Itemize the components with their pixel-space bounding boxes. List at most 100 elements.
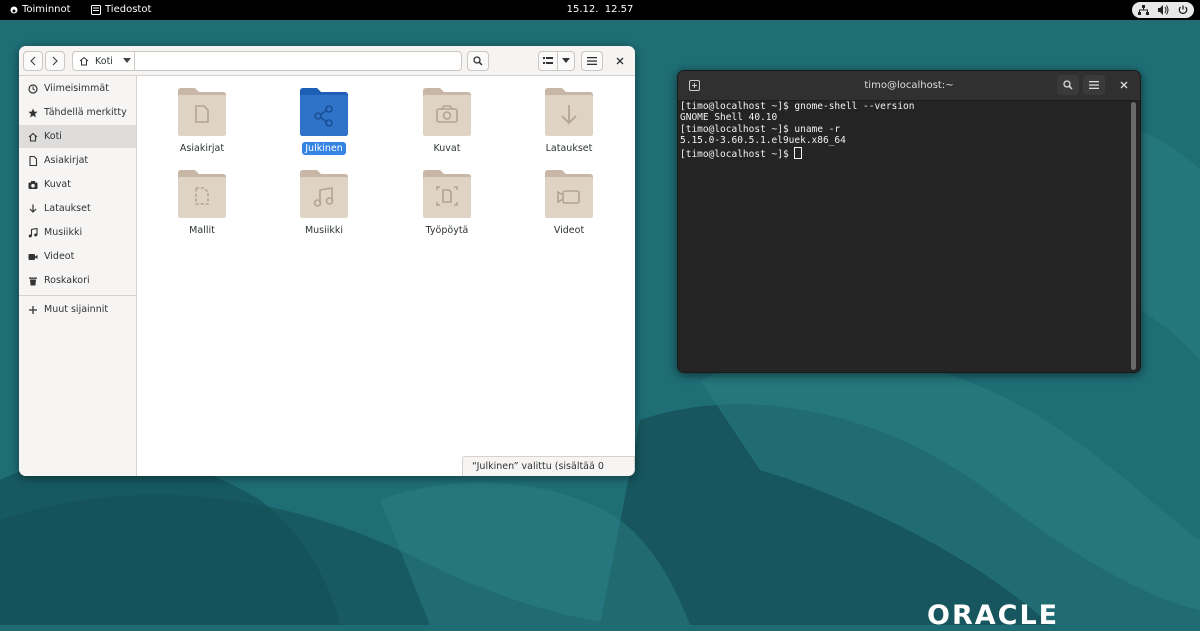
app-menu-button[interactable]: Tiedostot xyxy=(91,0,151,20)
terminal-search-button[interactable] xyxy=(1057,75,1079,95)
sidebar-item-videos[interactable]: Videot xyxy=(19,245,136,268)
music-icon xyxy=(28,227,38,237)
search-icon xyxy=(1063,80,1073,90)
camera-folder-icon xyxy=(423,88,471,136)
terminal-scrollbar[interactable] xyxy=(1131,102,1136,370)
sidebar-item-label: Asiakirjat xyxy=(44,155,89,166)
sidebar-item-home[interactable]: Koti xyxy=(19,125,136,148)
oracle-logo: ORACLE xyxy=(927,600,1060,631)
forward-button[interactable] xyxy=(45,51,65,71)
terminal-line: 5.15.0-3.60.5.1.el9uek.x86_64 xyxy=(680,135,846,147)
sidebar-divider xyxy=(19,295,136,296)
sidebar: Viimeisimmät Tähdellä merkitty Koti Asia… xyxy=(19,76,137,476)
network-icon xyxy=(1138,5,1149,15)
path-location: Koti xyxy=(95,55,113,67)
sidebar-item-documents[interactable]: Asiakirjat xyxy=(19,149,136,172)
clock-button[interactable]: 15.12. 12.57 xyxy=(560,0,640,20)
music-folder-icon xyxy=(300,170,348,218)
camera-icon xyxy=(28,180,38,189)
sidebar-item-label: Kuvat xyxy=(44,179,71,190)
sidebar-item-label: Roskakori xyxy=(44,275,90,286)
close-icon xyxy=(1120,81,1128,89)
back-button[interactable] xyxy=(23,51,43,71)
power-icon xyxy=(1178,5,1188,15)
clock-icon xyxy=(28,83,38,94)
folder-music[interactable]: Musiikki xyxy=(269,158,379,238)
path-bar[interactable]: Koti xyxy=(72,51,462,71)
terminal-output[interactable]: [timo@localhost ~]$ gnome-shell --versio… xyxy=(680,101,1126,371)
new-tab-icon xyxy=(688,79,700,91)
close-icon xyxy=(616,57,624,65)
download-icon xyxy=(29,204,37,213)
sidebar-item-downloads[interactable]: Lataukset xyxy=(19,197,136,220)
desktop-folder-icon xyxy=(423,170,471,218)
clock-label: 15.12. 12.57 xyxy=(566,4,634,15)
terminal-prompt-line: [timo@localhost ~]$ xyxy=(680,146,1126,160)
status-bar: “Julkinen” valittu (sisältää 0 kohdetta) xyxy=(462,456,635,476)
folder-label: Musiikki xyxy=(304,225,344,236)
terminal-close-button[interactable] xyxy=(1113,75,1135,95)
main-menu-button[interactable] xyxy=(581,51,603,71)
close-button[interactable] xyxy=(611,51,629,71)
top-bar: Toiminnot Tiedostot 15.12. 12.57 xyxy=(0,0,1200,20)
chevron-down-icon xyxy=(122,58,131,63)
chevron-right-icon xyxy=(52,56,58,66)
sidebar-item-label: Lataukset xyxy=(44,203,91,214)
view-mode-button[interactable] xyxy=(538,51,558,71)
path-home-button[interactable]: Koti xyxy=(73,52,135,70)
sidebar-item-trash[interactable]: Roskakori xyxy=(19,269,136,292)
sidebar-item-recent[interactable]: Viimeisimmät xyxy=(19,77,136,100)
chevron-down-icon xyxy=(562,58,570,63)
sidebar-item-pictures[interactable]: Kuvat xyxy=(19,173,136,196)
sidebar-item-label: Muut sijainnit xyxy=(44,304,109,315)
activities-label: Toiminnot xyxy=(22,4,71,15)
search-button[interactable] xyxy=(467,51,489,71)
plus-icon xyxy=(29,305,37,314)
sidebar-item-label: Viimeisimmät xyxy=(44,83,109,94)
terminal-window: timo@localhost:~ [timo@localhost ~]$ gno… xyxy=(677,70,1141,373)
files-window: Koti Viimeisimmät Tähdellä merkitty Koti… xyxy=(19,46,635,476)
folder-desktop[interactable]: Työpöytä xyxy=(392,158,502,238)
download-folder-icon xyxy=(545,88,593,136)
folder-public[interactable]: Julkinen xyxy=(269,76,379,156)
terminal-menu-button[interactable] xyxy=(1083,75,1105,95)
terminal-line: [timo@localhost ~]$ uname -r xyxy=(680,123,841,135)
star-icon xyxy=(28,108,38,117)
folder-videos[interactable]: Videot xyxy=(514,158,624,238)
folder-label: Työpöytä xyxy=(425,225,469,236)
share-folder-icon xyxy=(300,88,348,136)
home-icon xyxy=(28,132,38,142)
sidebar-item-label: Koti xyxy=(44,131,62,142)
activities-button[interactable]: Toiminnot xyxy=(10,0,71,20)
home-icon xyxy=(79,56,89,66)
video-folder-icon xyxy=(545,170,593,218)
files-headerbar: Koti xyxy=(19,46,635,76)
document-icon xyxy=(29,155,38,166)
folder-templates[interactable]: Mallit xyxy=(147,158,257,238)
sidebar-item-music[interactable]: Musiikki xyxy=(19,221,136,244)
folder-pictures[interactable]: Kuvat xyxy=(392,76,502,156)
new-tab-button[interactable] xyxy=(683,75,705,95)
sidebar-item-starred[interactable]: Tähdellä merkitty xyxy=(19,101,136,124)
activities-icon xyxy=(10,6,18,14)
system-tray[interactable] xyxy=(1132,2,1194,18)
sidebar-item-label: Musiikki xyxy=(44,227,83,238)
folder-label: Julkinen xyxy=(269,142,379,155)
hamburger-menu-icon xyxy=(587,57,597,65)
folder-label: Videot xyxy=(553,225,585,236)
volume-icon xyxy=(1158,5,1169,15)
terminal-line: [timo@localhost ~]$ gnome-shell --versio… xyxy=(680,101,915,112)
sidebar-item-other-locations[interactable]: Muut sijainnit xyxy=(19,298,136,321)
folder-documents[interactable]: Asiakirjat xyxy=(147,76,257,156)
folder-label: Mallit xyxy=(189,225,215,236)
folder-label: Lataukset xyxy=(545,143,593,154)
files-app-icon xyxy=(91,5,101,15)
template-folder-icon xyxy=(178,170,226,218)
view-options-button[interactable] xyxy=(557,51,575,71)
terminal-prompt: [timo@localhost ~]$ xyxy=(680,148,795,160)
terminal-headerbar: timo@localhost:~ xyxy=(678,71,1140,101)
status-text: “Julkinen” valittu (sisältää 0 kohdetta) xyxy=(472,461,604,472)
folder-downloads[interactable]: Lataukset xyxy=(514,76,624,156)
document-folder-icon xyxy=(178,88,226,136)
app-menu-label: Tiedostot xyxy=(105,4,152,15)
